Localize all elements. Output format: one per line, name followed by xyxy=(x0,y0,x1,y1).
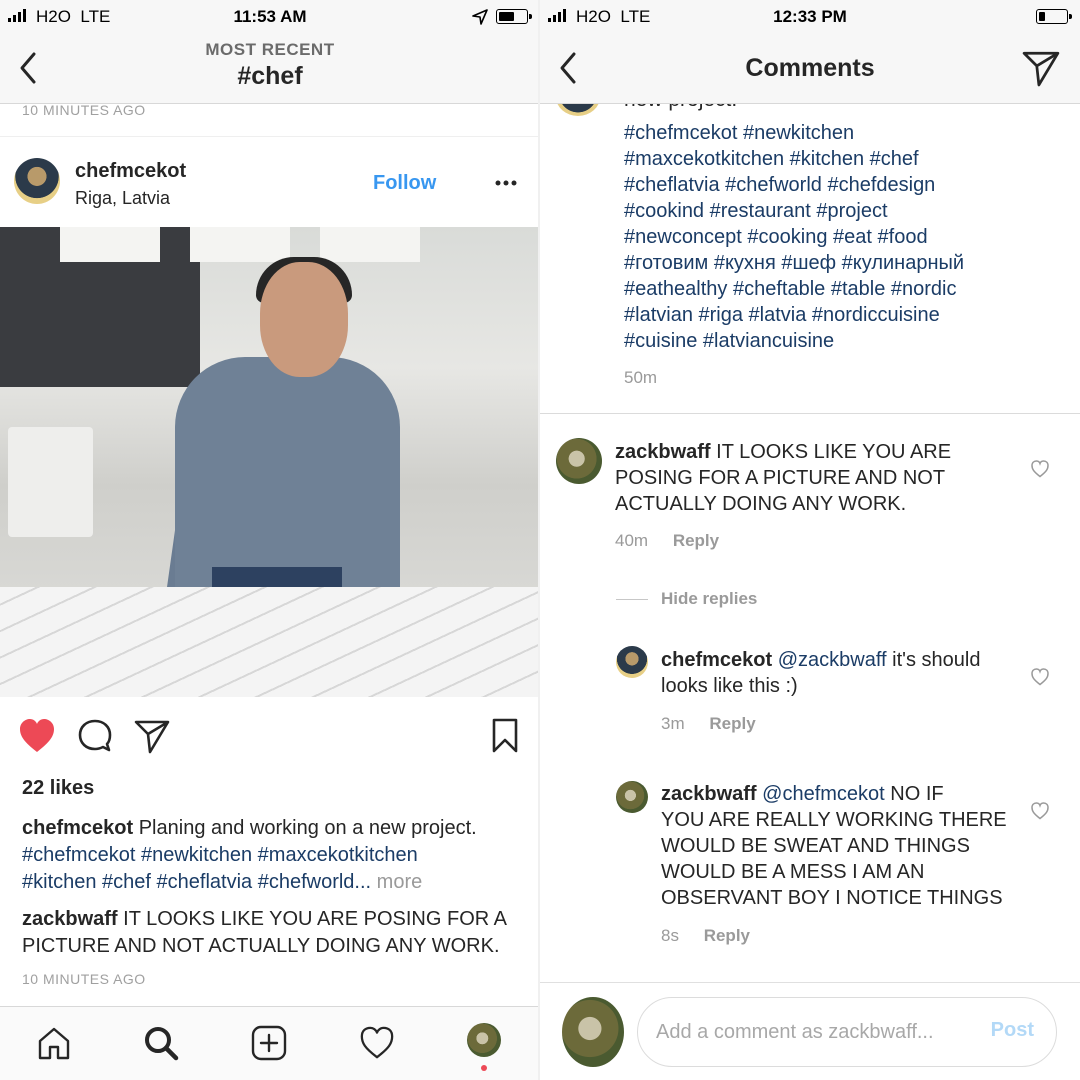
reply-username[interactable]: zackbwaff xyxy=(661,783,757,805)
status-bar: H2O LTE 11:53 AM xyxy=(0,0,540,34)
caption-time: 50m xyxy=(624,368,658,387)
hashtag-line[interactable]: #chefmcekot #newkitchen xyxy=(624,120,964,146)
reply-body: zackbwaff @chefmcekot NO IF YOU ARE REAL… xyxy=(661,781,1041,911)
comment-meta: 40m Reply xyxy=(615,531,719,551)
caption-username[interactable]: chefmcekot xyxy=(22,817,133,839)
hashtag-line[interactable]: #cheflatvia #chefworld #chefdesign xyxy=(624,172,964,198)
reply-button[interactable]: Reply xyxy=(673,531,719,550)
reply-avatar[interactable] xyxy=(616,781,648,813)
tab-bar xyxy=(0,1006,538,1080)
post-separator xyxy=(0,136,538,137)
direct-share-icon[interactable] xyxy=(1022,49,1060,87)
comments-screen: H2O LTE 12:33 PM new project. Comments #… xyxy=(540,0,1080,1080)
hashtag-line[interactable]: #cookind #restaurant #project xyxy=(624,198,964,224)
reply-avatar[interactable] xyxy=(616,646,648,678)
comment-username[interactable]: zackbwaff xyxy=(615,441,711,463)
battery-icon xyxy=(496,9,532,24)
add-comment-bar: Post xyxy=(540,982,1080,1080)
more-dots-icon[interactable] xyxy=(495,178,517,188)
clock: 11:53 AM xyxy=(233,7,307,26)
replies-line xyxy=(616,599,648,600)
post-author-avatar[interactable] xyxy=(14,158,60,204)
reply-text: WOULD BE SWEAT AND THINGS xyxy=(661,835,970,857)
reply-username[interactable]: chefmcekot xyxy=(661,649,772,671)
reply-body: chefmcekot @zackbwaff it's should looks … xyxy=(661,647,1021,699)
reply-text: YOU ARE REALLY WORKING THERE xyxy=(661,809,1007,831)
location-arrow-icon xyxy=(472,9,488,25)
hashtag-line[interactable]: #newconcept #cooking #eat #food xyxy=(624,224,964,250)
hashtag-title: #chef xyxy=(237,62,303,90)
caption-hashtags-2[interactable]: #kitchen #chef #cheflatvia #chefworld... xyxy=(22,871,371,893)
bookmark-icon[interactable] xyxy=(491,718,519,754)
add-post-icon[interactable] xyxy=(251,1025,287,1061)
comment-text: IT LOOKS LIKE YOU ARE xyxy=(716,441,952,463)
comment-text: POSING FOR A PICTURE AND NOT xyxy=(615,467,946,489)
like-reply-heart-icon[interactable] xyxy=(1030,668,1050,686)
post-timestamp: 10 MINUTES AGO xyxy=(22,971,146,987)
nav-header: MOST RECENT #chef xyxy=(0,34,540,104)
profile-avatar[interactable] xyxy=(467,1023,501,1057)
comment-input-container: Post xyxy=(637,997,1057,1067)
caption-more-link[interactable]: more xyxy=(377,871,423,893)
comment-input[interactable] xyxy=(656,1017,966,1047)
reply-time: 3m xyxy=(661,714,685,733)
preview-comment: zackbwaff IT LOOKS LIKE YOU ARE POSING F… xyxy=(22,906,522,960)
comment-body: zackbwaff IT LOOKS LIKE YOU ARE POSING F… xyxy=(615,439,1015,517)
caption-hashtags[interactable]: #chefmcekot #newkitchen #maxcekotkitchen xyxy=(22,844,418,866)
nav-header: Comments xyxy=(540,34,1080,104)
reply-text: looks like this :) xyxy=(661,675,798,697)
hashtag-feed-screen: H2O LTE 11:53 AM MOST RECENT #chef 10 MI… xyxy=(0,0,540,1080)
reply-text: it's should xyxy=(892,649,981,671)
post-location[interactable]: Riga, Latvia xyxy=(75,188,170,209)
reply-text: NO IF xyxy=(890,783,944,805)
hashtag-line[interactable]: #maxcekotkitchen #kitchen #chef xyxy=(624,146,964,172)
commenter-avatar[interactable] xyxy=(556,438,602,484)
activity-heart-icon[interactable] xyxy=(359,1025,395,1061)
reply-time: 8s xyxy=(661,926,679,945)
battery-icon xyxy=(1036,9,1072,24)
comment-time: 40m xyxy=(615,531,649,550)
like-reply-heart-icon[interactable] xyxy=(1030,802,1050,820)
reply-button[interactable]: Reply xyxy=(709,714,755,733)
comments-title: Comments xyxy=(745,54,875,82)
search-icon[interactable] xyxy=(143,1025,179,1061)
previous-post-timestamp: 10 MINUTES AGO xyxy=(22,102,146,118)
liked-heart-icon[interactable] xyxy=(18,718,56,754)
current-user-avatar[interactable] xyxy=(562,997,624,1067)
likes-count[interactable]: 22 likes xyxy=(22,777,94,800)
reply-meta: 8s Reply xyxy=(661,926,750,946)
caption-separator xyxy=(540,413,1080,414)
comment-bubble-icon[interactable] xyxy=(77,718,113,754)
share-send-icon[interactable] xyxy=(134,718,170,754)
home-icon[interactable] xyxy=(36,1025,72,1061)
reply-button[interactable]: Reply xyxy=(704,926,750,945)
caption-text: Planing and working on a new project. xyxy=(138,817,477,839)
hide-replies-button[interactable]: Hide replies xyxy=(661,589,757,609)
reply-text: WOULD BE A MESS I AM AN xyxy=(661,861,925,883)
reply-meta: 3m Reply xyxy=(661,714,756,734)
post-button[interactable]: Post xyxy=(991,1019,1034,1042)
hashtag-line[interactable]: #готовим #кухня #шеф #кулинарный xyxy=(624,250,964,276)
post-author-username[interactable]: chefmcekot xyxy=(75,160,186,183)
status-bar: H2O LTE 12:33 PM xyxy=(540,0,1080,34)
post-photo[interactable] xyxy=(0,227,538,697)
header-subtitle: MOST RECENT xyxy=(205,40,335,59)
post-actions xyxy=(0,716,538,760)
post-caption: chefmcekot Planing and working on a new … xyxy=(22,815,522,896)
mention-link[interactable]: @chefmcekot xyxy=(762,783,885,805)
clock: 12:33 PM xyxy=(773,7,847,26)
hashtag-line[interactable]: #cuisine #latviancuisine xyxy=(624,328,964,354)
like-comment-heart-icon[interactable] xyxy=(1030,460,1050,478)
mention-link[interactable]: @zackbwaff xyxy=(778,649,887,671)
hashtag-line[interactable]: #latvian #riga #latvia #nordiccuisine xyxy=(624,302,964,328)
hashtag-line[interactable]: #eathealthy #cheftable #table #nordic xyxy=(624,276,964,302)
notification-dot xyxy=(481,1065,487,1071)
caption-hashtags: #chefmcekot #newkitchen #maxcekotkitchen… xyxy=(624,120,964,354)
comment-text: ACTUALLY DOING ANY WORK. xyxy=(615,493,907,515)
reply-text: OBSERVANT BOY I NOTICE THINGS xyxy=(661,887,1003,909)
comment-username[interactable]: zackbwaff xyxy=(22,908,118,930)
follow-button[interactable]: Follow xyxy=(373,172,436,195)
